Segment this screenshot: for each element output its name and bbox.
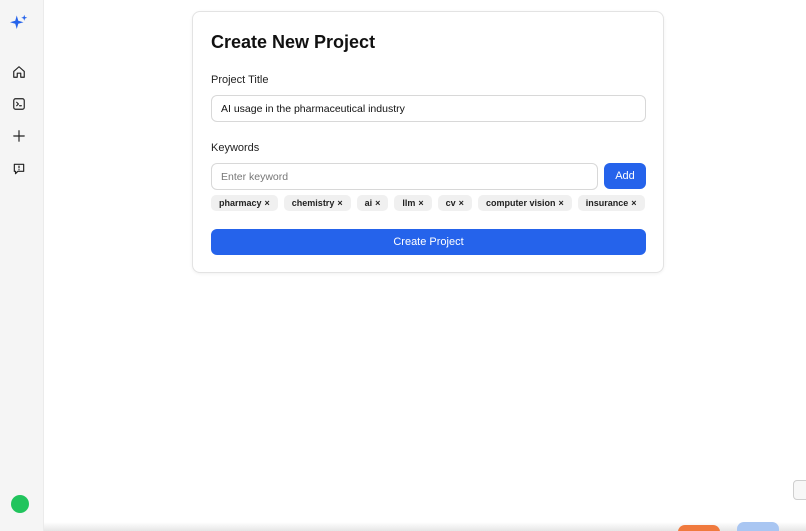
side-panel-toggle[interactable]: [793, 480, 806, 500]
keyword-chip: llm ×: [394, 195, 432, 211]
remove-keyword-button[interactable]: ×: [418, 198, 423, 208]
remove-keyword-button[interactable]: ×: [375, 198, 380, 208]
remove-keyword-button[interactable]: ×: [631, 198, 636, 208]
keyword-chip: cv ×: [437, 195, 472, 211]
status-indicator: [11, 495, 29, 513]
keyword-chip-label: pharmacy: [219, 198, 262, 208]
keyword-chip-label: ai: [364, 198, 373, 208]
remove-keyword-button[interactable]: ×: [265, 198, 270, 208]
create-project-card: Create New Project Project Title Keyword…: [192, 11, 664, 273]
plus-icon[interactable]: [8, 125, 30, 147]
taskbar-item[interactable]: [678, 525, 720, 531]
keyword-chip: computer vision ×: [477, 195, 572, 211]
keyword-chip-label: insurance: [585, 198, 629, 208]
remove-keyword-button[interactable]: ×: [459, 198, 464, 208]
add-keyword-button[interactable]: Add: [604, 163, 646, 189]
terminal-icon[interactable]: [8, 93, 30, 115]
keyword-chip: pharmacy ×: [211, 195, 278, 211]
keyword-chip-list: pharmacy × chemistry × ai × llm × cv × c…: [211, 195, 645, 211]
app-window: Create New Project Project Title Keyword…: [0, 0, 806, 531]
keyword-chip-label: computer vision: [485, 198, 556, 208]
keyword-chip-label: cv: [445, 198, 456, 208]
home-icon[interactable]: [8, 61, 30, 83]
keyword-input[interactable]: [211, 163, 598, 190]
feedback-icon[interactable]: [8, 158, 30, 180]
keyword-chip-label: llm: [402, 198, 416, 208]
project-title-label: Project Title: [211, 74, 269, 86]
keyword-chip: ai ×: [356, 195, 389, 211]
remove-keyword-button[interactable]: ×: [337, 198, 342, 208]
keyword-chip-label: chemistry: [291, 198, 335, 208]
keyword-chip: insurance ×: [577, 195, 645, 211]
sidebar: [0, 0, 44, 531]
page-title: Create New Project: [211, 32, 376, 52]
keywords-label: Keywords: [211, 142, 260, 154]
taskbar-item[interactable]: [737, 522, 779, 531]
sparkle-logo-icon[interactable]: [8, 12, 30, 34]
keyword-chip: chemistry ×: [283, 195, 351, 211]
project-title-input[interactable]: [211, 95, 646, 122]
remove-keyword-button[interactable]: ×: [558, 198, 563, 208]
create-project-button[interactable]: Create Project: [211, 229, 646, 255]
